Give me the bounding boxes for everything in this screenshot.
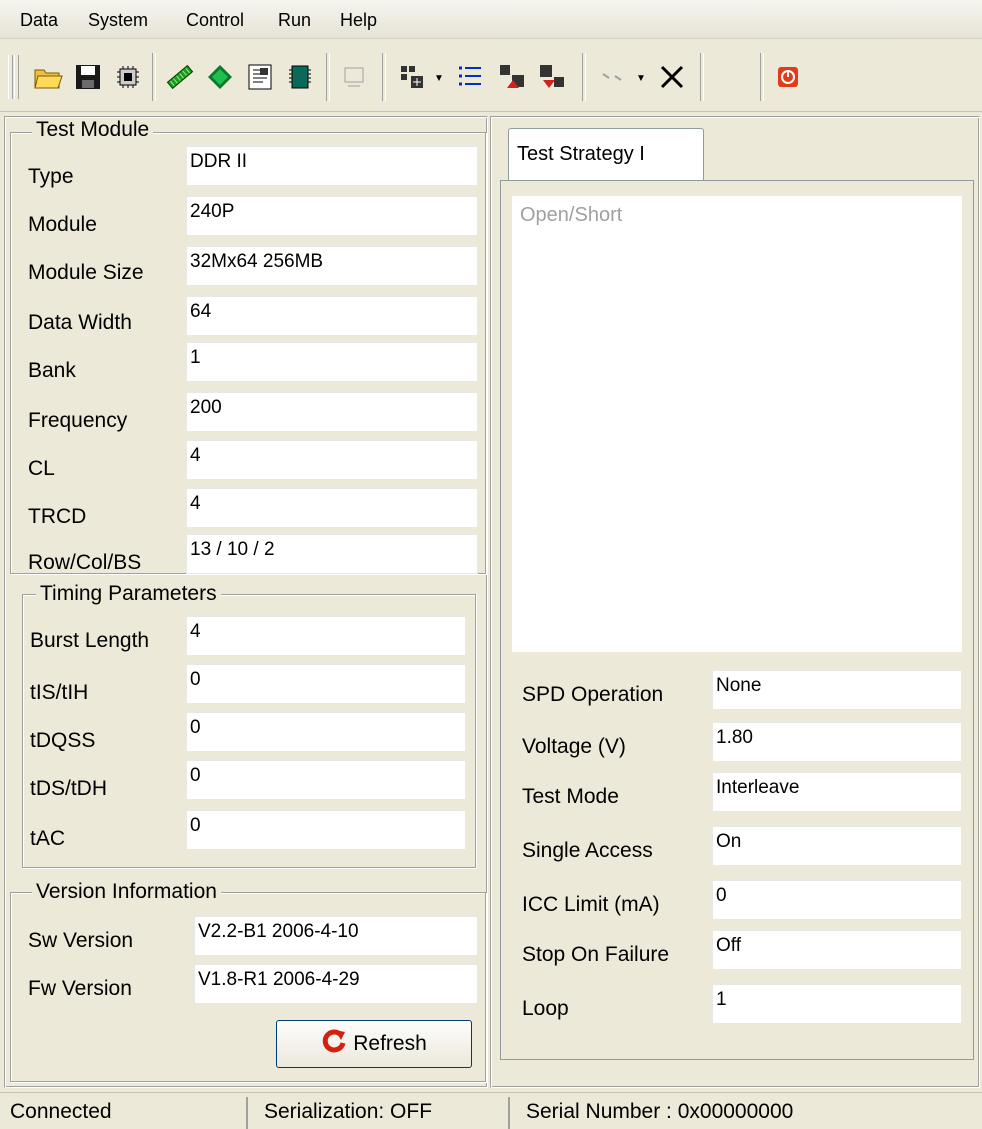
burst-length-value: 4 xyxy=(186,616,466,656)
chevron-down-icon[interactable]: ▼ xyxy=(434,73,444,84)
test-module-legend: Test Module xyxy=(32,118,154,142)
frequency-label: Frequency xyxy=(28,409,128,432)
type-value: DDR II xyxy=(186,146,478,186)
type-label: Type xyxy=(28,165,74,188)
status-connection: Connected xyxy=(10,1100,112,1123)
fw-version-value: V1.8-R1 2006-4-29 xyxy=(194,964,478,1004)
trcd-value: 4 xyxy=(186,488,478,528)
pattern-up-icon[interactable] xyxy=(492,57,532,97)
toolbar-grip[interactable] xyxy=(14,55,19,99)
open-folder-icon[interactable] xyxy=(28,57,68,97)
stop-on-failure-label: Stop On Failure xyxy=(522,943,670,966)
status-serialization: Serialization: OFF xyxy=(246,1097,508,1129)
menu-help[interactable]: Help xyxy=(340,10,377,31)
row-col-bs-value: 13 / 10 / 2 xyxy=(186,534,478,574)
data-width-value: 64 xyxy=(186,296,478,336)
tdqss-value: 0 xyxy=(186,712,466,752)
loop-label: Loop xyxy=(522,997,569,1020)
grid-settings-icon[interactable] xyxy=(392,57,432,97)
menu-system[interactable]: System xyxy=(88,10,148,31)
menu-data[interactable]: Data xyxy=(20,10,58,31)
row-col-bs-label: Row/Col/BS xyxy=(28,551,142,574)
spd-operation-value: None xyxy=(712,670,962,710)
list-item[interactable]: Open/Short xyxy=(520,202,622,228)
menu-control[interactable]: Control xyxy=(186,10,244,31)
fw-version-label: Fw Version xyxy=(28,977,132,1000)
module-size-label: Module Size xyxy=(28,261,144,284)
bank-value: 1 xyxy=(186,342,478,382)
memory-module-icon[interactable] xyxy=(160,57,200,97)
sw-version-value: V2.2-B1 2006-4-10 xyxy=(194,916,478,956)
voltage-label: Voltage (V) xyxy=(522,735,626,758)
tab-test-strategy-label: Test Strategy I xyxy=(517,143,645,165)
chevron-down-icon[interactable]: ▼ xyxy=(636,73,646,84)
refresh-icon xyxy=(321,1028,347,1060)
document-icon[interactable] xyxy=(240,57,280,97)
icc-limit-value: 0 xyxy=(712,880,962,920)
close-x-icon[interactable] xyxy=(652,57,692,97)
menu-run[interactable]: Run xyxy=(278,10,311,31)
tis-tih-value: 0 xyxy=(186,664,466,704)
toolbar-grip[interactable] xyxy=(8,55,13,99)
trcd-label: TRCD xyxy=(28,505,87,528)
test-mode-value: Interleave xyxy=(712,772,962,812)
sw-version-label: Sw Version xyxy=(28,929,134,952)
single-access-value: On xyxy=(712,826,962,866)
tds-tdh-label: tDS/tDH xyxy=(30,777,108,800)
tdqss-label: tDQSS xyxy=(30,729,96,752)
module-value: 240P xyxy=(186,196,478,236)
save-icon[interactable] xyxy=(68,57,108,97)
diamond-icon[interactable] xyxy=(200,57,240,97)
test-strategy-list[interactable]: Open/Short xyxy=(512,196,962,652)
version-information-legend: Version Information xyxy=(32,880,221,904)
single-access-label: Single Access xyxy=(522,839,653,862)
tis-tih-label: tIS/tIH xyxy=(30,681,89,704)
menu-bar: Data System Control Run Help xyxy=(0,0,982,39)
chip-config-icon[interactable] xyxy=(108,57,148,97)
data-width-label: Data Width xyxy=(28,311,132,334)
list-icon[interactable] xyxy=(450,57,490,97)
tac-label: tAC xyxy=(30,827,66,850)
chip-icon[interactable] xyxy=(280,57,320,97)
tac-value: 0 xyxy=(186,810,466,850)
tab-test-strategy[interactable]: Test Strategy I xyxy=(508,128,704,180)
stop-on-failure-value: Off xyxy=(712,930,962,970)
bank-label: Bank xyxy=(28,359,76,382)
voltage-value: 1.80 xyxy=(712,722,962,762)
burst-length-label: Burst Length xyxy=(30,629,150,652)
toolbar: ▼ ▼ xyxy=(0,39,982,112)
status-serial-number: Serial Number : 0x00000000 xyxy=(508,1097,982,1129)
refresh-button-label: Refresh xyxy=(353,1032,427,1055)
module-label: Module xyxy=(28,213,97,236)
cl-value: 4 xyxy=(186,440,478,480)
refresh-button[interactable]: Refresh xyxy=(276,1020,472,1068)
icc-limit-label: ICC Limit (mA) xyxy=(522,893,660,916)
power-icon[interactable] xyxy=(768,57,808,97)
pattern-down-icon[interactable] xyxy=(532,57,572,97)
timing-parameters-legend: Timing Parameters xyxy=(36,582,221,606)
module-size-value: 32Mx64 256MB xyxy=(186,246,478,286)
disabled-icon xyxy=(334,57,374,97)
test-mode-label: Test Mode xyxy=(522,785,619,808)
status-bar: Connected Serialization: OFF Serial Numb… xyxy=(0,1092,982,1129)
frequency-value: 200 xyxy=(186,392,478,432)
cl-label: CL xyxy=(28,457,55,480)
tds-tdh-value: 0 xyxy=(186,760,466,800)
spd-operation-label: SPD Operation xyxy=(522,683,664,706)
loop-value: 1 xyxy=(712,984,962,1024)
disabled-arrows-icon xyxy=(592,57,632,97)
